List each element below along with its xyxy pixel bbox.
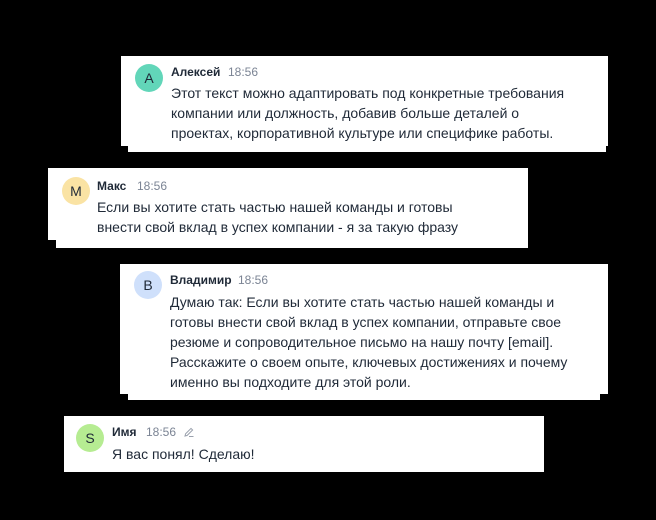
avatar[interactable]: M: [62, 177, 90, 205]
message-line: Думаю так: Если вы хотите стать частью н…: [170, 294, 555, 310]
message-time: 18:56: [146, 425, 177, 439]
message-text: Думаю так: Если вы хотите стать частью н…: [170, 292, 567, 392]
message-card-vladimir[interactable]: B Владимир 18:56 Думаю так: Если вы хоти…: [120, 264, 608, 394]
author-name[interactable]: Алексей: [171, 65, 220, 79]
avatar-letter: B: [143, 277, 153, 293]
author-name[interactable]: Владимир: [170, 273, 232, 287]
message-line: проектах, корпоративной культуре или спе…: [171, 125, 554, 141]
avatar-letter: M: [70, 183, 82, 199]
message-line: резюме и сопроводительное письмо на нашу…: [170, 334, 554, 350]
message-text: Если вы хотите стать частью нашей команд…: [97, 197, 458, 237]
message-time: 18:56: [137, 179, 168, 193]
avatar-letter: A: [144, 70, 154, 86]
chat-thread: A Алексей 18:56 Этот текст можно адаптир…: [0, 0, 656, 520]
message-card-aleksey[interactable]: A Алексей 18:56 Этот текст можно адаптир…: [121, 56, 608, 146]
avatar-letter: S: [85, 430, 95, 446]
message-line: Если вы хотите стать частью нашей команд…: [97, 199, 453, 215]
message-line: внести свой вклад в успех компании - я з…: [97, 219, 459, 235]
message-line: именно вы подходите для этой роли.: [170, 374, 411, 390]
message-text: Этот текст можно адаптировать под конкре…: [171, 83, 564, 143]
message-card-imya[interactable]: S Имя 18:56 Я вас понял! Сделаю!: [64, 416, 544, 472]
message-card-maks[interactable]: M Макс 18:56 Если вы хотите стать частью…: [48, 168, 528, 240]
message-line: готовы внести свой вклад в успех компани…: [170, 314, 562, 330]
message-line: Я вас понял! Сделаю!: [112, 446, 255, 462]
avatar[interactable]: A: [135, 64, 163, 92]
message-text: Я вас понял! Сделаю!: [112, 444, 255, 464]
author-name[interactable]: Имя: [112, 425, 137, 439]
message-line: Расскажите о своем опыте, ключевых дости…: [170, 354, 568, 370]
message-line: Этот текст можно адаптировать под конкре…: [171, 85, 565, 101]
message-time: 18:56: [238, 273, 269, 287]
avatar[interactable]: S: [76, 424, 104, 452]
pencil-icon: [184, 427, 194, 437]
message-line: компании или должность, добавив больше д…: [171, 105, 520, 121]
message-time: 18:56: [228, 65, 259, 79]
author-name[interactable]: Макс: [97, 179, 126, 193]
avatar[interactable]: B: [134, 271, 162, 299]
